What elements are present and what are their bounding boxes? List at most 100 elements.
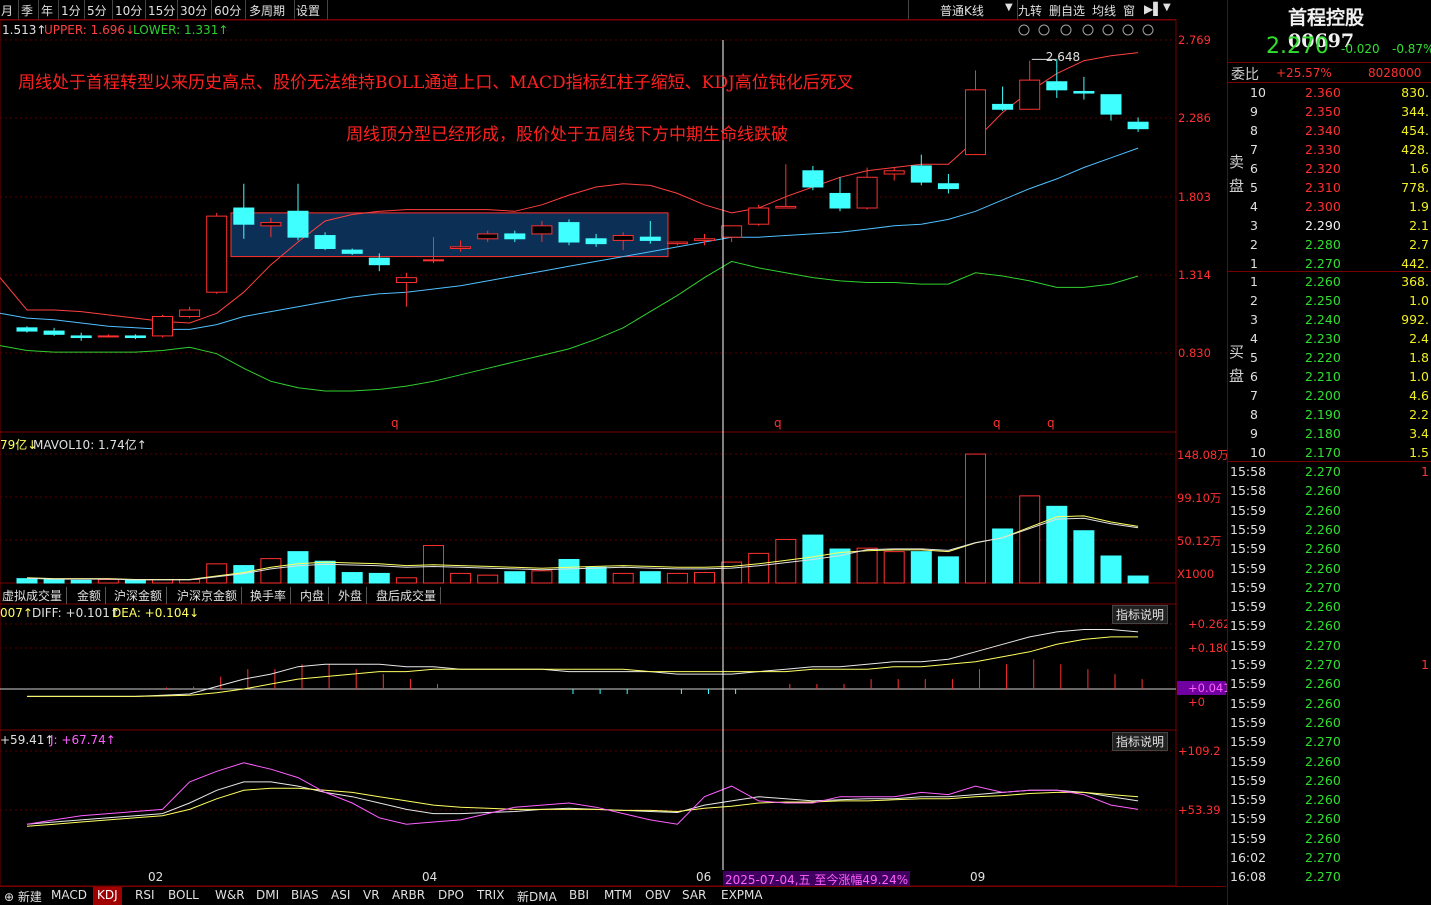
volume-bar [1100,555,1122,584]
volume-bar [694,572,715,584]
kdj-k-line [26,781,1139,825]
bid-price: 2.180 [1305,426,1341,441]
candle-body [883,170,905,175]
bottom-tab-15[interactable]: MTM [600,887,636,905]
volume-bar [585,566,607,584]
candle-body [341,249,363,254]
bottom-tab-6[interactable]: DMI [252,887,283,905]
ask-price: 2.360 [1305,85,1341,100]
zoom-reset-icon [1038,24,1050,36]
kdj-axis-label: +53.39 [1178,803,1221,817]
ask-price: 2.300 [1305,199,1341,214]
bottom-tab-3[interactable]: RSI [131,887,159,905]
tick-price: 2.260 [1305,599,1341,615]
ask-level: 9 [1250,104,1258,119]
tick-price: 2.260 [1305,502,1341,518]
candle-body [179,309,201,317]
tick-time: 15:59 [1230,811,1267,827]
bid-level: 3 [1250,312,1258,327]
indicator-tab-1[interactable]: 金额 [77,587,107,604]
bottom-tab-8[interactable]: ASI [327,887,354,905]
tick-price: 2.270 [1305,657,1341,672]
volume-bar [992,528,1014,584]
q-marker: q [774,416,782,430]
tick-price: 2.270 [1305,464,1341,479]
tick-time: 16:08 [1230,869,1267,885]
candle-body [477,233,499,240]
candle-body [694,238,715,241]
tick-time: 15:59 [1230,830,1267,846]
candle-body [965,89,986,156]
volume-bar [910,551,932,584]
indicator-tab-7[interactable]: 盘后成交量 [376,587,442,604]
bottom-tab-9[interactable]: VR [359,887,384,905]
volume-bar [368,572,390,584]
indicator-tab-5[interactable]: 内盘 [300,587,330,604]
bottom-tab-7[interactable]: BIAS [287,887,323,905]
indicator-tab-6[interactable]: 外盘 [338,587,368,604]
tick-time: 15:59 [1230,541,1267,557]
bottom-tab-0[interactable]: ⊕ 新建 [0,887,46,905]
bid-price: 2.220 [1305,350,1341,365]
buy-label: 买盘 [1229,343,1245,385]
tick-price: 2.260 [1305,714,1341,730]
indicator-tab-2[interactable]: 沪深金额 [114,587,168,604]
bid-level: 10 [1250,445,1266,460]
divider [1228,461,1431,462]
tick-price: 2.260 [1305,830,1341,846]
annotation-line-2: 周线顶分型已经形成，股价处于五周线下方中期生命线跌破 [346,125,788,145]
indicator-help-button[interactable]: 指标说明 [1112,732,1169,751]
bottom-tab-4[interactable]: BOLL [164,887,203,905]
candle-body [70,335,92,339]
ask-price: 2.310 [1305,180,1341,195]
bottom-tab-1[interactable]: MACD [47,887,91,905]
volume-axis-label: 148.08万 [1177,448,1229,462]
ask-level: 6 [1250,161,1258,176]
q-marker: q [993,416,1001,430]
bid-level: 1 [1250,274,1258,289]
bottom-tab-17[interactable]: SAR [678,887,710,905]
vol-value: 79亿↓ [0,438,38,452]
bottom-tab-18[interactable]: EXPMA [717,887,767,905]
tick-price: 2.270 [1305,734,1341,750]
bid-price: 2.190 [1305,407,1341,422]
bottom-tab-16[interactable]: OBV [641,887,675,905]
bottom-tab-11[interactable]: DPO [434,887,468,905]
max-price-label: 2.648 [1045,50,1081,65]
bottom-tab-12[interactable]: TRIX [473,887,508,905]
kdj-d-line [26,787,1139,827]
bottom-tab-10[interactable]: ARBR [388,887,429,905]
candle-body [748,207,770,225]
bid-level: 4 [1250,331,1258,346]
ask-price: 2.320 [1305,161,1341,176]
indicator-tab-0[interactable]: 虚拟成交量 [2,587,68,604]
date-axis-label: 09 [970,870,986,884]
ask-volume: 344. [1401,104,1429,119]
volume-bar [287,551,309,584]
kdj-axis-label: +109.2 [1178,744,1221,758]
volume-bar [1127,575,1149,584]
candle-body [423,259,444,262]
kdj-prefix: +59.41↑ [0,733,55,747]
quote-panel: 首程控股 00697 2.270 -0.020 -0.87% 委比 +25.57… [1227,0,1431,905]
price-change-pct: -0.87% [1392,42,1431,56]
bid-level: 9 [1250,426,1258,441]
candle-body [612,235,634,241]
indicator-help-button[interactable]: 指标说明 [1112,605,1169,624]
bid-level: 7 [1250,388,1258,403]
volume-bar [1046,505,1068,584]
bid-price: 2.200 [1305,388,1341,403]
bottom-tab-13[interactable]: 新DMA [513,887,561,905]
bottom-tab-14[interactable]: BBI [565,887,593,905]
ask-volume: 454. [1401,123,1429,138]
kdj-j-line [26,762,1139,825]
bottom-tab-2[interactable]: KDJ [93,887,122,905]
tick-price: 2.270 [1305,869,1341,885]
tick-price: 2.260 [1305,753,1341,769]
bid-volume: 992. [1401,312,1429,327]
bottom-tab-5[interactable]: W&R [211,887,249,905]
indicator-tab-4[interactable]: 换手率 [250,587,292,604]
indicator-tab-3[interactable]: 沪深京金额 [177,587,243,604]
tick-time: 15:59 [1230,657,1267,672]
indicator-tabs-bar: ⊕ 新建 MACD KDJ RSI BOLL W&R DMI BIAS ASI VR ARBR DPO… [0,886,1226,905]
